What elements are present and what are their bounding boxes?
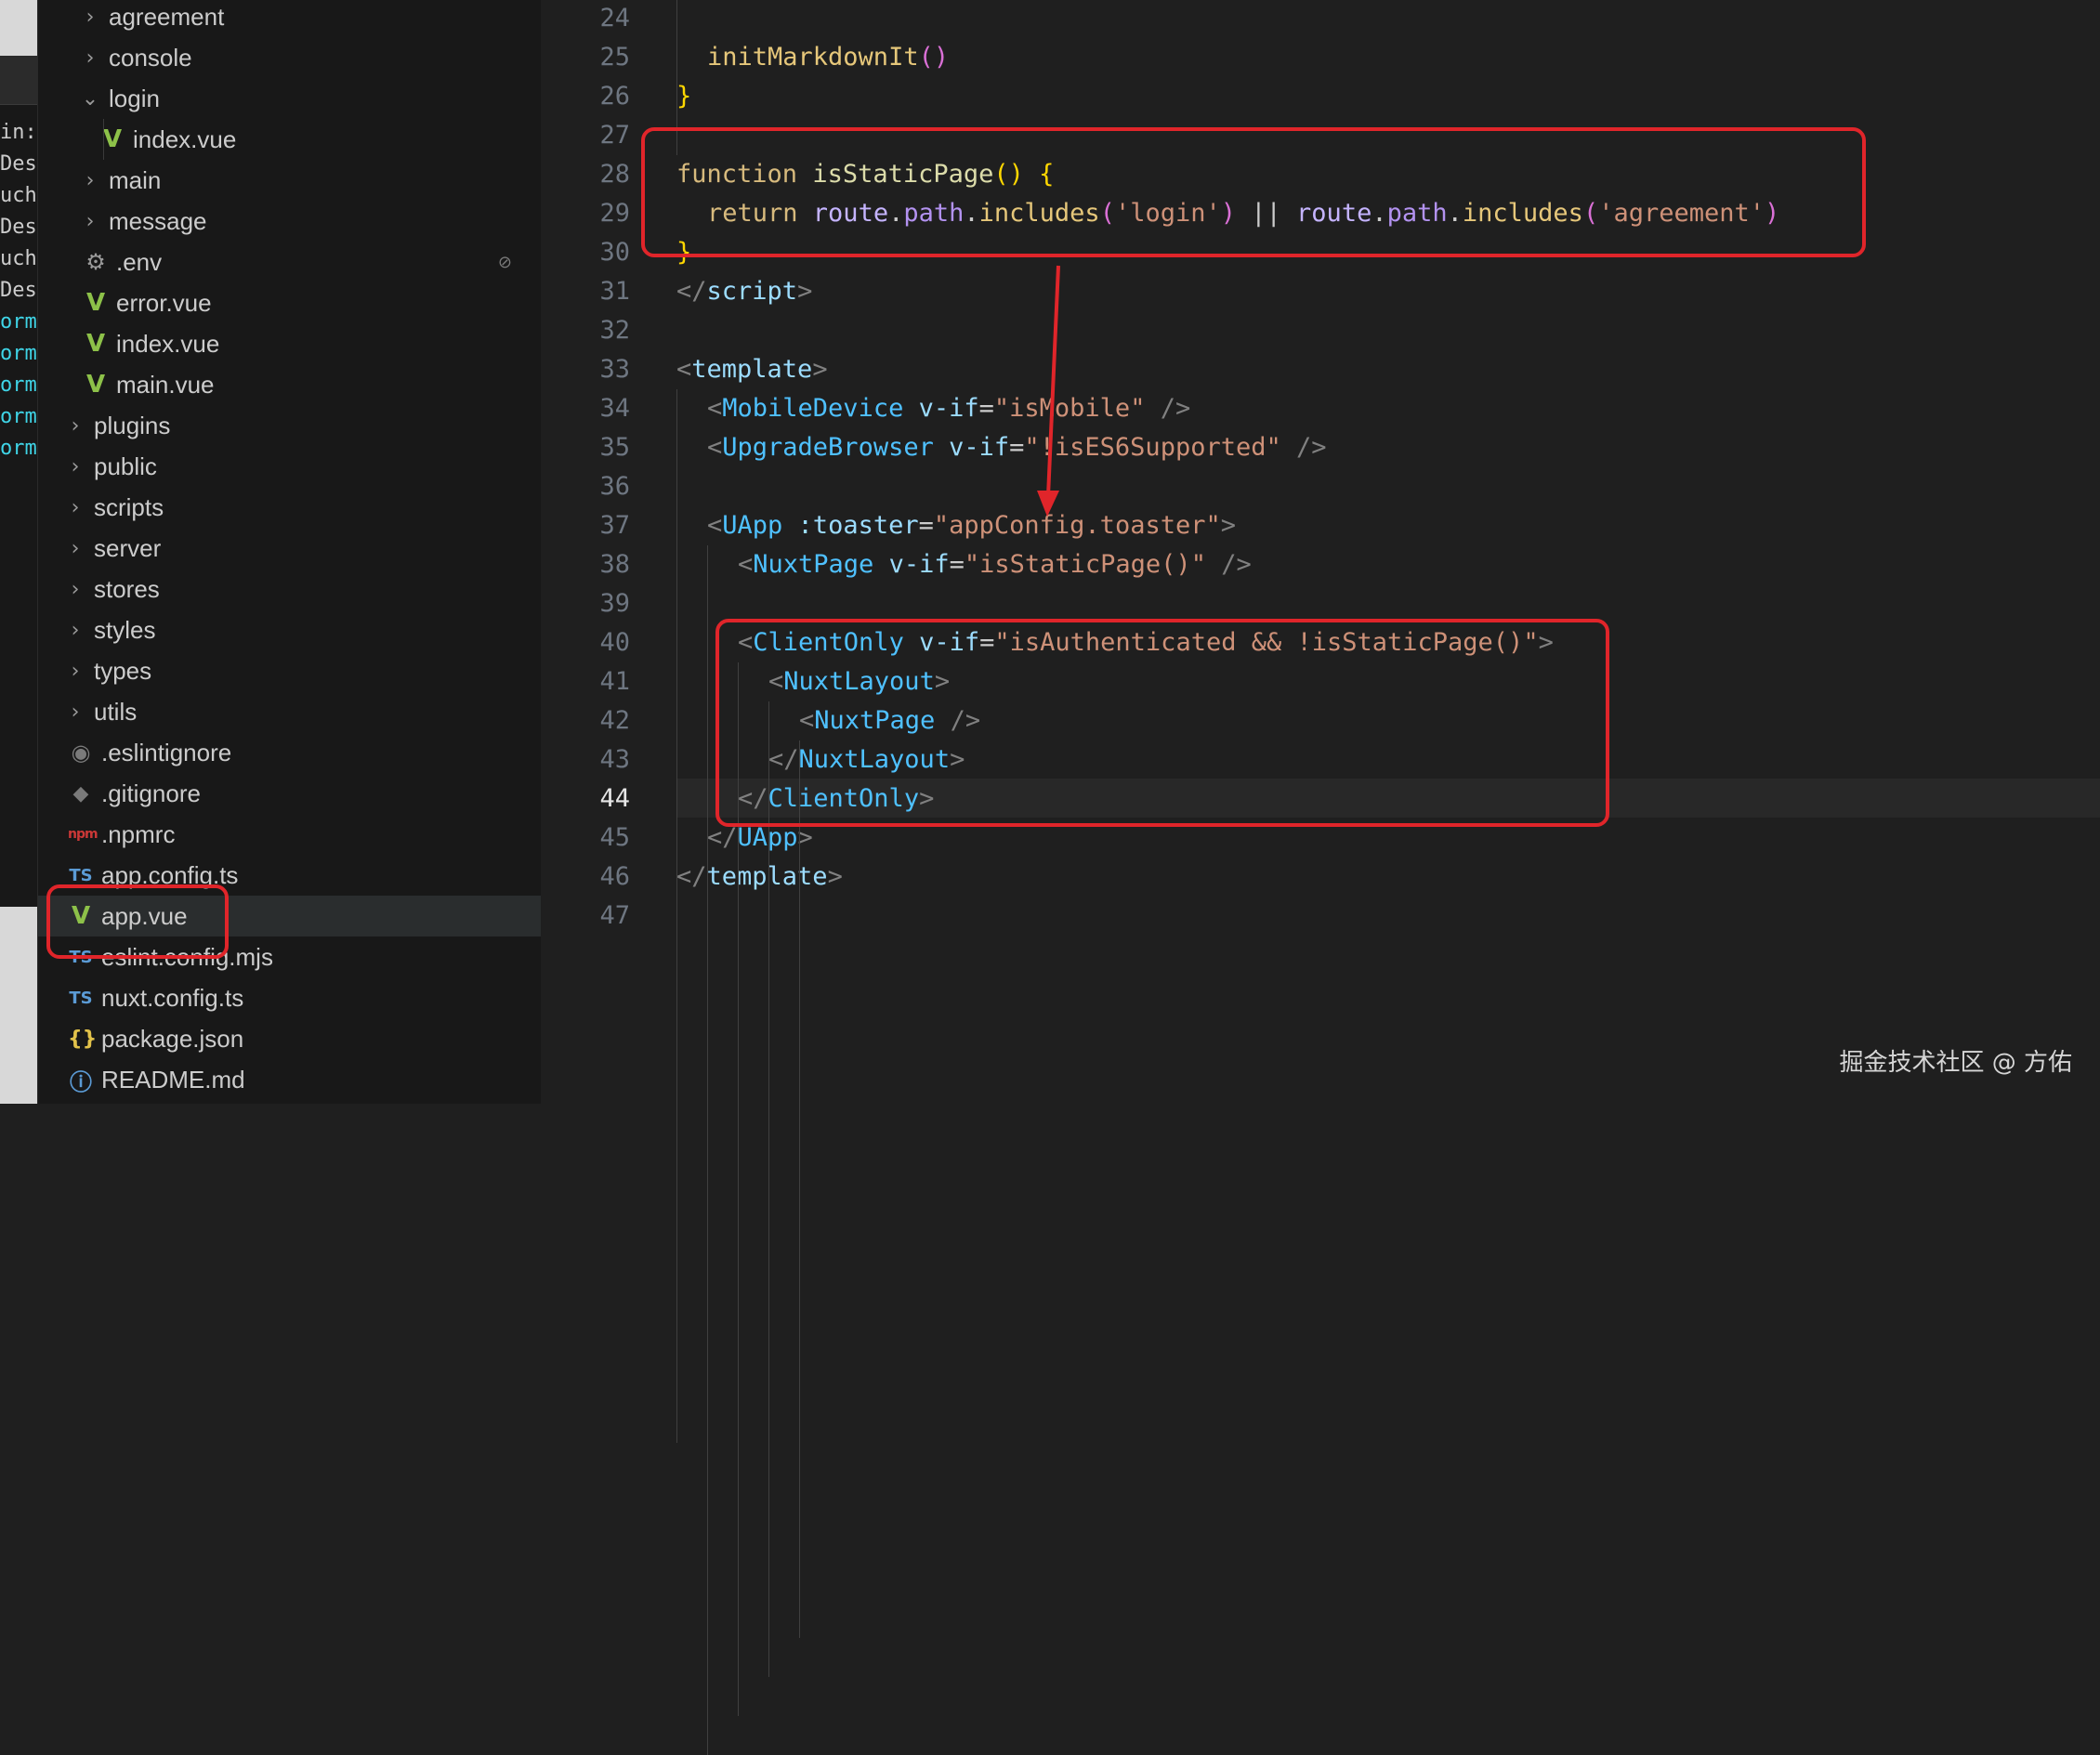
annotation-arrow <box>1037 265 1060 517</box>
arrow-head <box>1037 491 1059 517</box>
arrow-shaft <box>1046 265 1060 497</box>
